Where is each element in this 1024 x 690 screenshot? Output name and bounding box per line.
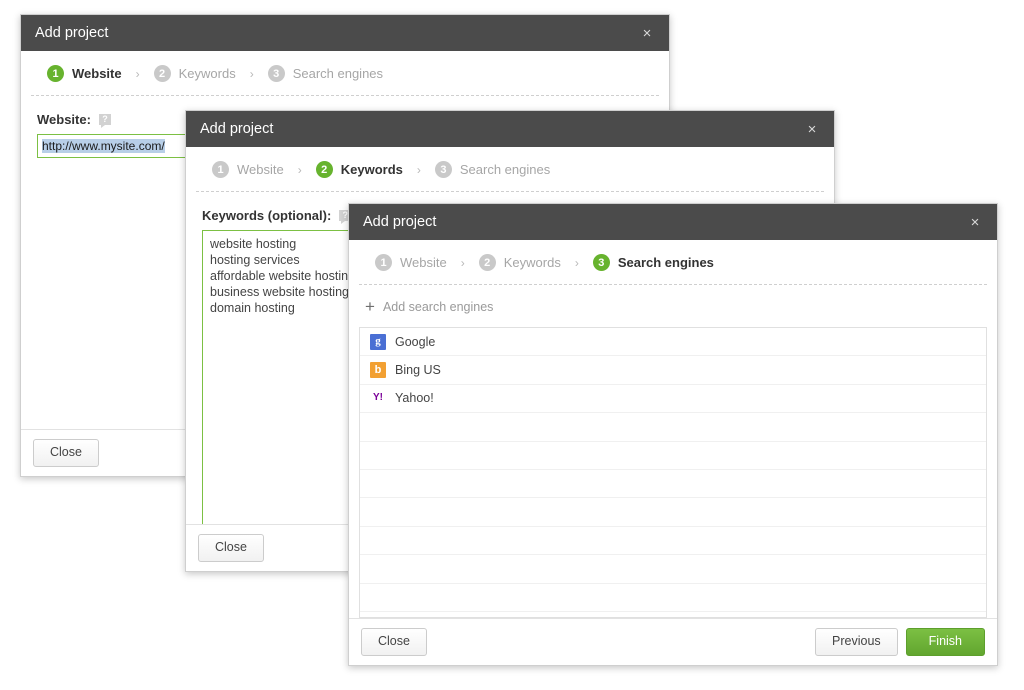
step-website[interactable]: 1 Website xyxy=(375,254,447,271)
dialog3-footer: Close Previous Finish xyxy=(349,618,997,665)
search-engine-row[interactable]: g Google xyxy=(360,328,986,357)
step-website[interactable]: 1 Website xyxy=(47,65,122,82)
bing-icon: b xyxy=(370,362,386,379)
step-label: Keywords xyxy=(178,66,236,81)
step-label: Website xyxy=(400,255,447,270)
step-separator-icon: › xyxy=(297,162,302,177)
google-icon: g xyxy=(370,333,386,350)
close-icon[interactable]: × xyxy=(637,23,657,43)
step-label: Search engines xyxy=(292,66,384,81)
step-number-badge: 3 xyxy=(592,254,610,271)
search-engine-row[interactable]: b Bing US xyxy=(360,356,986,385)
dialog1-title: Add project xyxy=(35,25,109,41)
search-engine-row-empty xyxy=(360,584,986,612)
step-search-engines[interactable]: 3 Search engines xyxy=(434,161,551,178)
step-number-badge: 2 xyxy=(478,254,496,271)
keywords-label-text: Keywords (optional): xyxy=(202,208,332,223)
add-search-engines-label: Add search engines xyxy=(382,299,494,314)
step-label: Keywords xyxy=(503,255,561,270)
search-engine-name: Google xyxy=(395,334,436,349)
dialog1-step-nav: 1 Website › 2 Keywords › 3 Search engine… xyxy=(31,51,659,96)
step-label: Search engines xyxy=(459,162,551,177)
step-separator-icon: › xyxy=(460,255,465,270)
search-engine-row-empty xyxy=(360,498,986,527)
step-separator-icon: › xyxy=(249,66,254,81)
step-number-badge: 3 xyxy=(434,161,452,178)
step-keywords[interactable]: 2 Keywords xyxy=(315,161,403,178)
close-icon[interactable]: × xyxy=(802,119,822,139)
dialog2-titlebar: Add project × xyxy=(186,111,834,147)
step-separator-icon: › xyxy=(135,66,140,81)
search-engine-row-empty xyxy=(360,612,986,617)
step-number-badge: 2 xyxy=(153,65,171,82)
help-tooltip-icon[interactable]: ? xyxy=(98,114,111,128)
plus-icon: + xyxy=(365,297,375,316)
dialog2-step-nav: 1 Website › 2 Keywords › 3 Search engine… xyxy=(196,147,824,192)
website-input-value: http://www.mysite.com/ xyxy=(42,139,165,153)
dialog2-title: Add project xyxy=(200,121,274,137)
search-engine-row[interactable]: Y! Yahoo! xyxy=(360,385,986,414)
dialog3-titlebar: Add project × xyxy=(349,204,997,240)
step-search-engines[interactable]: 3 Search engines xyxy=(267,65,384,82)
step-search-engines[interactable]: 3 Search engines xyxy=(592,254,714,271)
dialog3-body: + Add search engines g Google b Bing US Y! Ya… xyxy=(349,285,997,619)
search-engine-row-empty xyxy=(360,555,986,584)
search-engine-name: Bing US xyxy=(395,363,441,378)
search-engine-name: Yahoo! xyxy=(395,391,434,406)
previous-button[interactable]: Previous xyxy=(815,628,898,656)
search-engines-list: g Google b Bing US Y! Yahoo! xyxy=(359,327,987,619)
step-label: Website xyxy=(72,66,122,81)
step-number-badge: 1 xyxy=(375,254,392,271)
step-number-badge: 3 xyxy=(267,65,285,82)
dialog3-title: Add project xyxy=(363,214,437,230)
website-label-text: Website: xyxy=(37,112,91,127)
step-keywords[interactable]: 2 Keywords xyxy=(153,65,236,82)
yahoo-icon: Y! xyxy=(370,390,386,407)
step-separator-icon: › xyxy=(574,255,579,270)
search-engine-row-empty xyxy=(360,413,986,442)
step-number-badge: 1 xyxy=(47,65,64,82)
add-project-dialog-step3: Add project × 1 Website › 2 Keywords › 3… xyxy=(348,203,998,666)
step-separator-icon: › xyxy=(416,162,421,177)
dialog1-titlebar: Add project × xyxy=(21,15,669,51)
step-number-badge: 1 xyxy=(212,161,229,178)
dialog3-step-nav: 1 Website › 2 Keywords › 3 Search engine… xyxy=(359,240,987,285)
close-icon[interactable]: × xyxy=(965,212,985,232)
step-website[interactable]: 1 Website xyxy=(212,161,284,178)
step-keywords[interactable]: 2 Keywords xyxy=(478,254,561,271)
step-label: Search engines xyxy=(617,255,714,270)
search-engine-row-empty xyxy=(360,442,986,470)
step-number-badge: 2 xyxy=(315,161,333,178)
close-button[interactable]: Close xyxy=(361,628,427,656)
step-label: Website xyxy=(237,162,284,177)
search-engine-row-empty xyxy=(360,470,986,499)
add-search-engines-button[interactable]: + Add search engines xyxy=(349,285,997,327)
close-button[interactable]: Close xyxy=(33,439,99,467)
screen-root: Add project × 1 Website › 2 Keywords › 3… xyxy=(0,0,1024,690)
search-engine-row-empty xyxy=(360,527,986,556)
finish-button[interactable]: Finish xyxy=(905,628,985,656)
close-button[interactable]: Close xyxy=(198,534,264,562)
step-label: Keywords xyxy=(340,162,403,177)
